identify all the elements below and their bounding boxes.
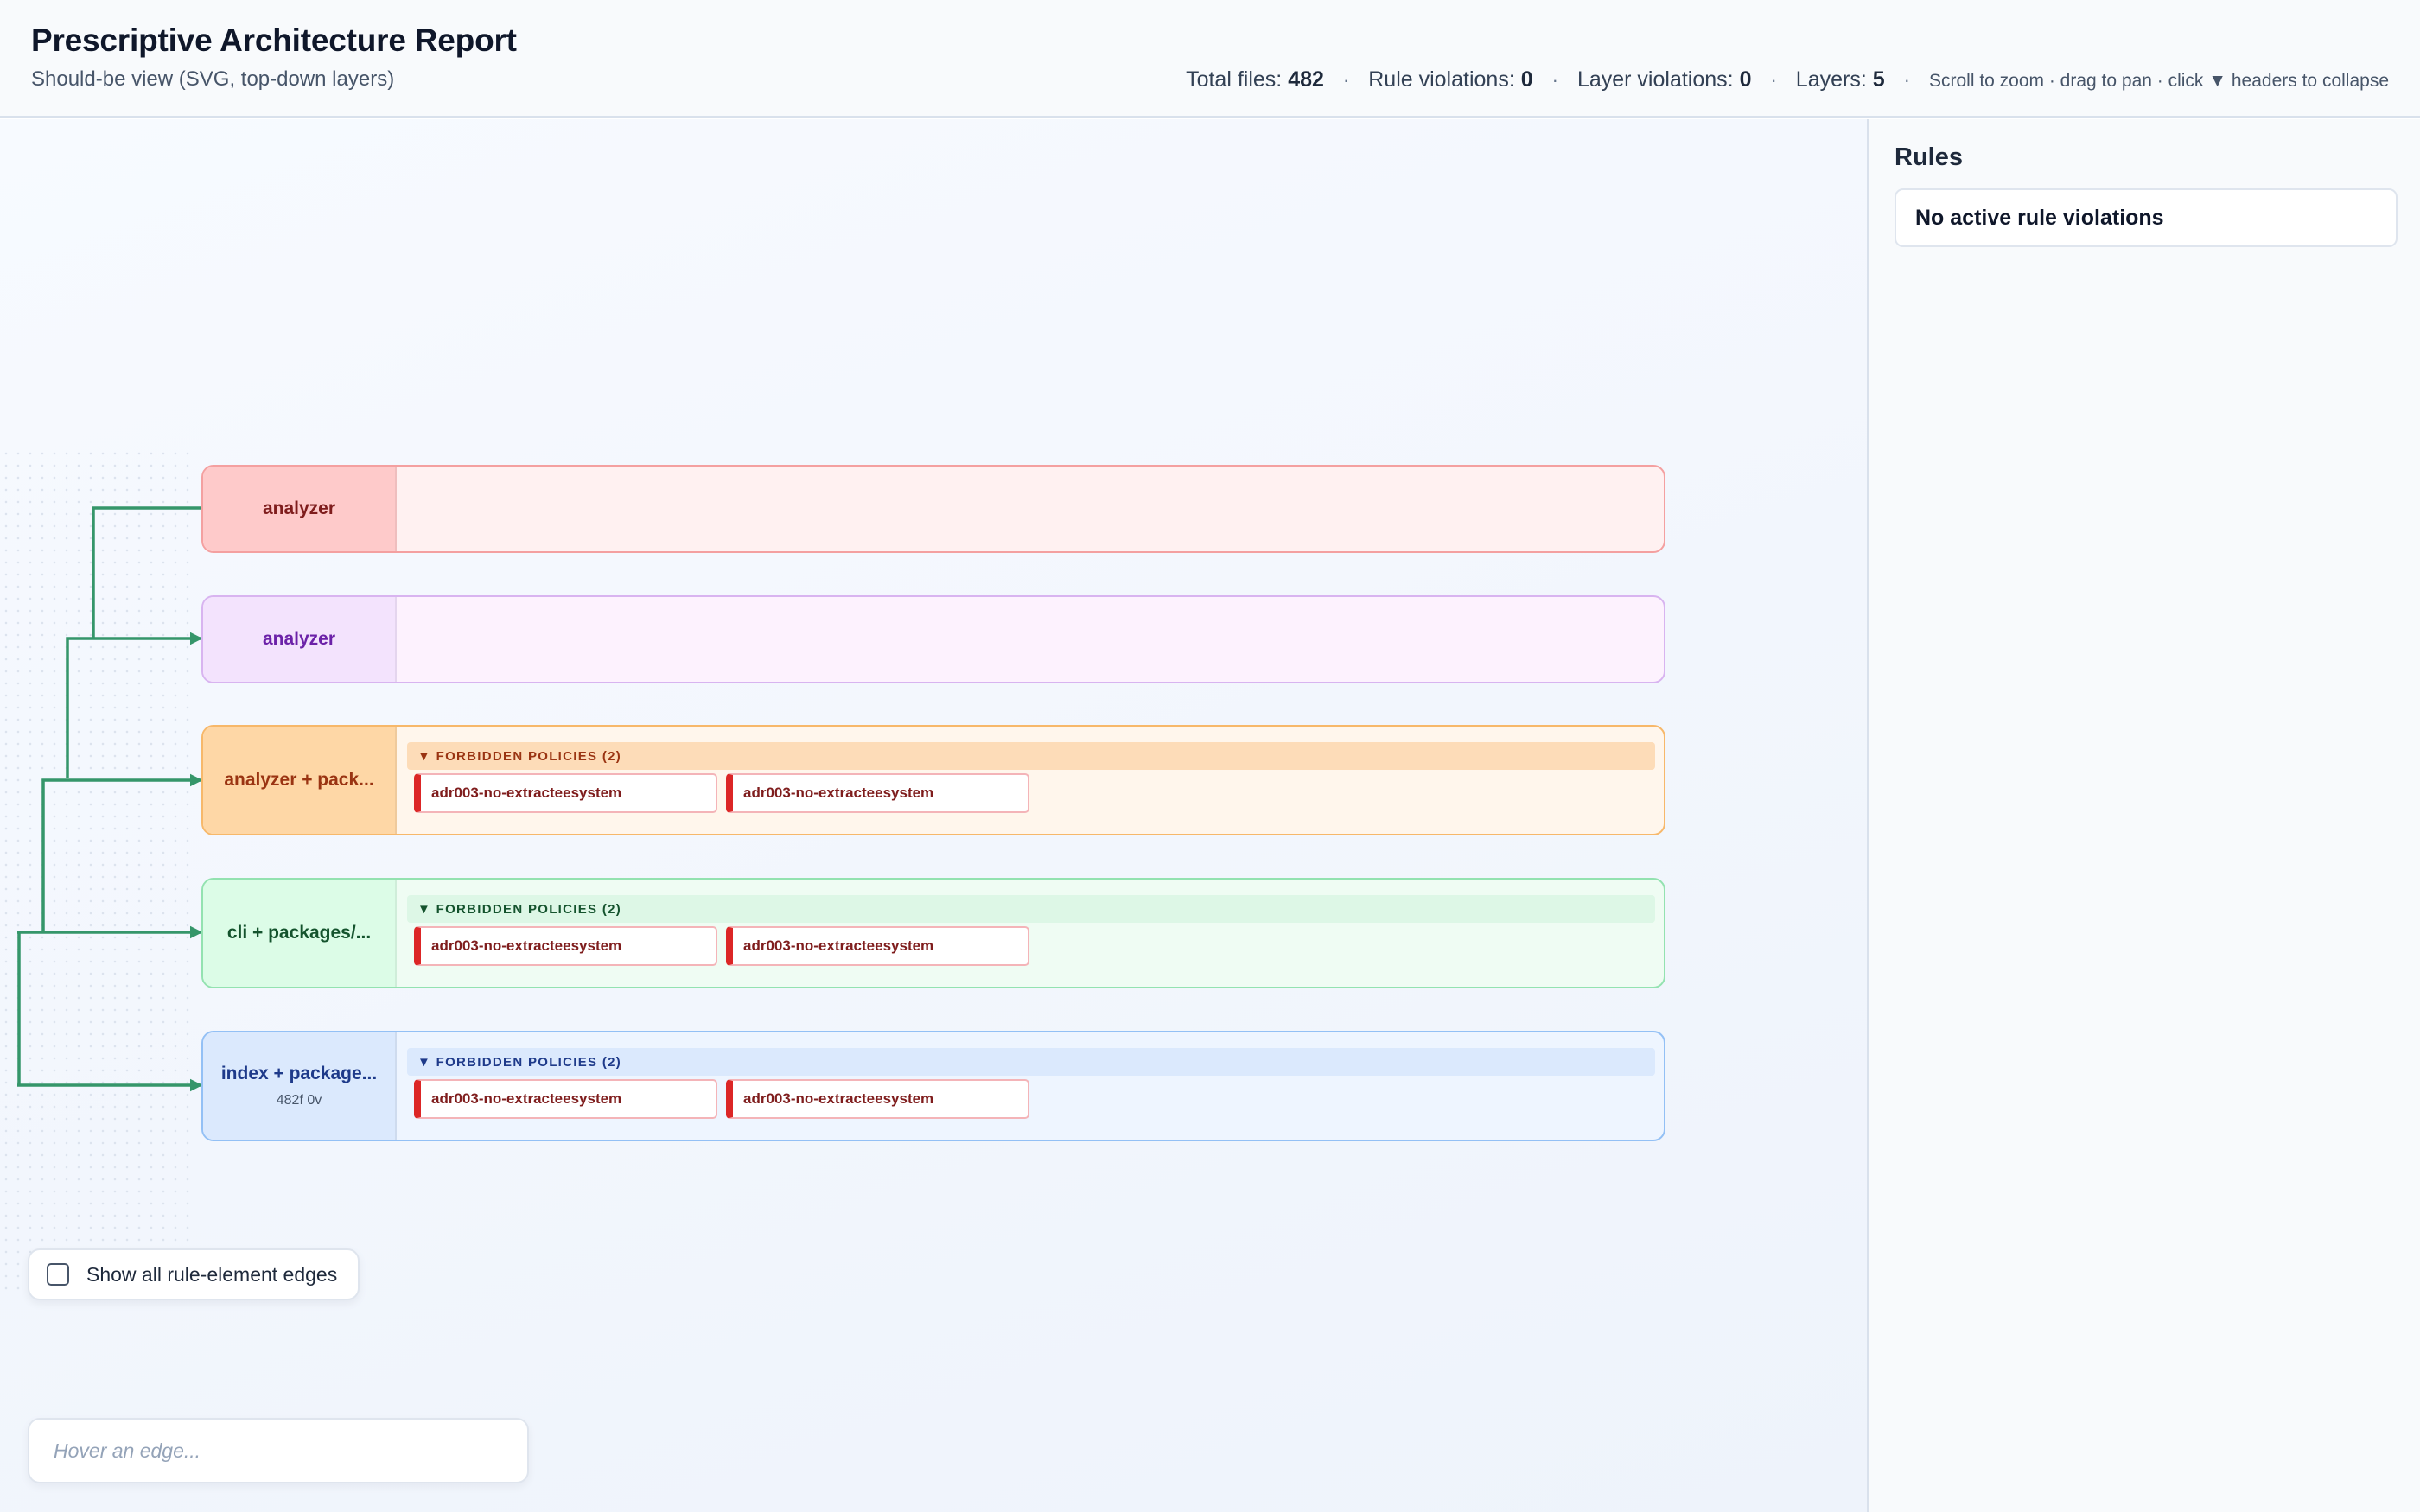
stats-bar: Total files: 482 · Rule violations: 0 · … bbox=[1186, 67, 2389, 92]
layer-header[interactable]: cli + packages/... bbox=[203, 880, 397, 987]
forbidden-policies-header[interactable]: ▼ FORBIDDEN POLICIES (2) bbox=[407, 742, 1655, 770]
stat-separator: · bbox=[1551, 69, 1558, 91]
policy-chip[interactable]: adr003-no-extracteesystem bbox=[726, 926, 1029, 966]
stat-layer-violations: Layer violations: 0 bbox=[1577, 67, 1752, 92]
layer-cli-packages[interactable]: cli + packages/... ▼ FORBIDDEN POLICIES … bbox=[201, 878, 1665, 988]
stat-layers-value: 5 bbox=[1872, 67, 1885, 92]
policy-chip[interactable]: adr003-no-extracteesystem bbox=[726, 773, 1029, 813]
policy-chip[interactable]: adr003-no-extracteesystem bbox=[414, 1079, 717, 1119]
stat-separator: · bbox=[1770, 69, 1777, 91]
edge-info-panel: Hover an edge... bbox=[28, 1418, 529, 1483]
rules-title: Rules bbox=[1895, 143, 1963, 171]
stat-separator: · bbox=[1903, 69, 1910, 91]
edge-line[interactable] bbox=[66, 632, 203, 778]
layer-analyzer[interactable]: analyzer bbox=[201, 595, 1665, 683]
layer-name: cli + packages/... bbox=[226, 923, 372, 943]
forbidden-policies-header[interactable]: ▼ FORBIDDEN POLICIES (2) bbox=[407, 1048, 1655, 1076]
edge-line[interactable] bbox=[41, 773, 203, 932]
no-violations-message: No active rule violations bbox=[1915, 205, 2164, 230]
edge-line[interactable] bbox=[92, 506, 201, 638]
layer-meta: 482f 0v bbox=[276, 1093, 322, 1108]
layer-name: analyzer bbox=[262, 629, 336, 649]
diagram-canvas[interactable]: analyzer analyzer analyzer + pack... ▼ F… bbox=[0, 119, 1867, 1512]
policy-chip[interactable]: adr003-no-extracteesystem bbox=[414, 926, 717, 966]
stat-total-files: Total files: 482 bbox=[1186, 67, 1324, 92]
layer-header[interactable]: index + package... 482f 0v bbox=[203, 1032, 397, 1140]
policy-chip[interactable]: adr003-no-extracteesystem bbox=[726, 1079, 1029, 1119]
usage-hint: Scroll to zoom · drag to pan · click ▼ h… bbox=[1928, 71, 2389, 91]
layer-name: analyzer + pack... bbox=[224, 770, 374, 790]
stat-layers: Layers: 5 bbox=[1796, 67, 1885, 92]
show-all-edges-checkbox[interactable] bbox=[47, 1263, 69, 1286]
layer-analyzer-packages[interactable]: analyzer + pack... ▼ FORBIDDEN POLICIES … bbox=[201, 725, 1665, 835]
show-all-edges-label: Show all rule-element edges bbox=[86, 1262, 338, 1286]
stat-rule-violations-label: Rule violations: bbox=[1368, 67, 1515, 92]
page-title: Prescriptive Architecture Report bbox=[31, 22, 517, 58]
layer-header[interactable]: analyzer + pack... bbox=[203, 727, 397, 834]
show-all-edges-toggle[interactable]: Show all rule-element edges bbox=[28, 1248, 360, 1300]
layer-header[interactable]: analyzer bbox=[203, 597, 397, 682]
stat-total-files-value: 482 bbox=[1288, 67, 1324, 92]
layer-name: analyzer bbox=[262, 499, 336, 518]
layer-header[interactable]: analyzer bbox=[203, 467, 397, 551]
edge-info-placeholder: Hover an edge... bbox=[54, 1439, 201, 1462]
layer-analyzer[interactable]: analyzer bbox=[201, 465, 1665, 553]
layer-index-packages[interactable]: index + package... 482f 0v ▼ FORBIDDEN P… bbox=[201, 1031, 1665, 1141]
stat-layer-violations-label: Layer violations: bbox=[1576, 67, 1734, 92]
stat-layer-violations-value: 0 bbox=[1739, 67, 1752, 92]
policy-chip[interactable]: adr003-no-extracteesystem bbox=[414, 773, 717, 813]
stat-separator: · bbox=[1342, 69, 1350, 91]
stat-layers-label: Layers: bbox=[1795, 67, 1867, 92]
stat-rule-violations: Rule violations: 0 bbox=[1368, 67, 1532, 92]
page-subtitle: Should-be view (SVG, top-down layers) bbox=[31, 67, 395, 91]
layer-name: index + package... bbox=[220, 1064, 378, 1083]
no-violations-card: No active rule violations bbox=[1895, 188, 2398, 247]
stat-total-files-label: Total files: bbox=[1186, 67, 1283, 92]
stat-rule-violations-value: 0 bbox=[1520, 67, 1533, 92]
forbidden-policies-header[interactable]: ▼ FORBIDDEN POLICIES (2) bbox=[407, 895, 1655, 923]
report-header: Prescriptive Architecture Report Should-… bbox=[0, 0, 2420, 118]
rules-sidebar: Rules No active rule violations bbox=[1867, 119, 2420, 1512]
